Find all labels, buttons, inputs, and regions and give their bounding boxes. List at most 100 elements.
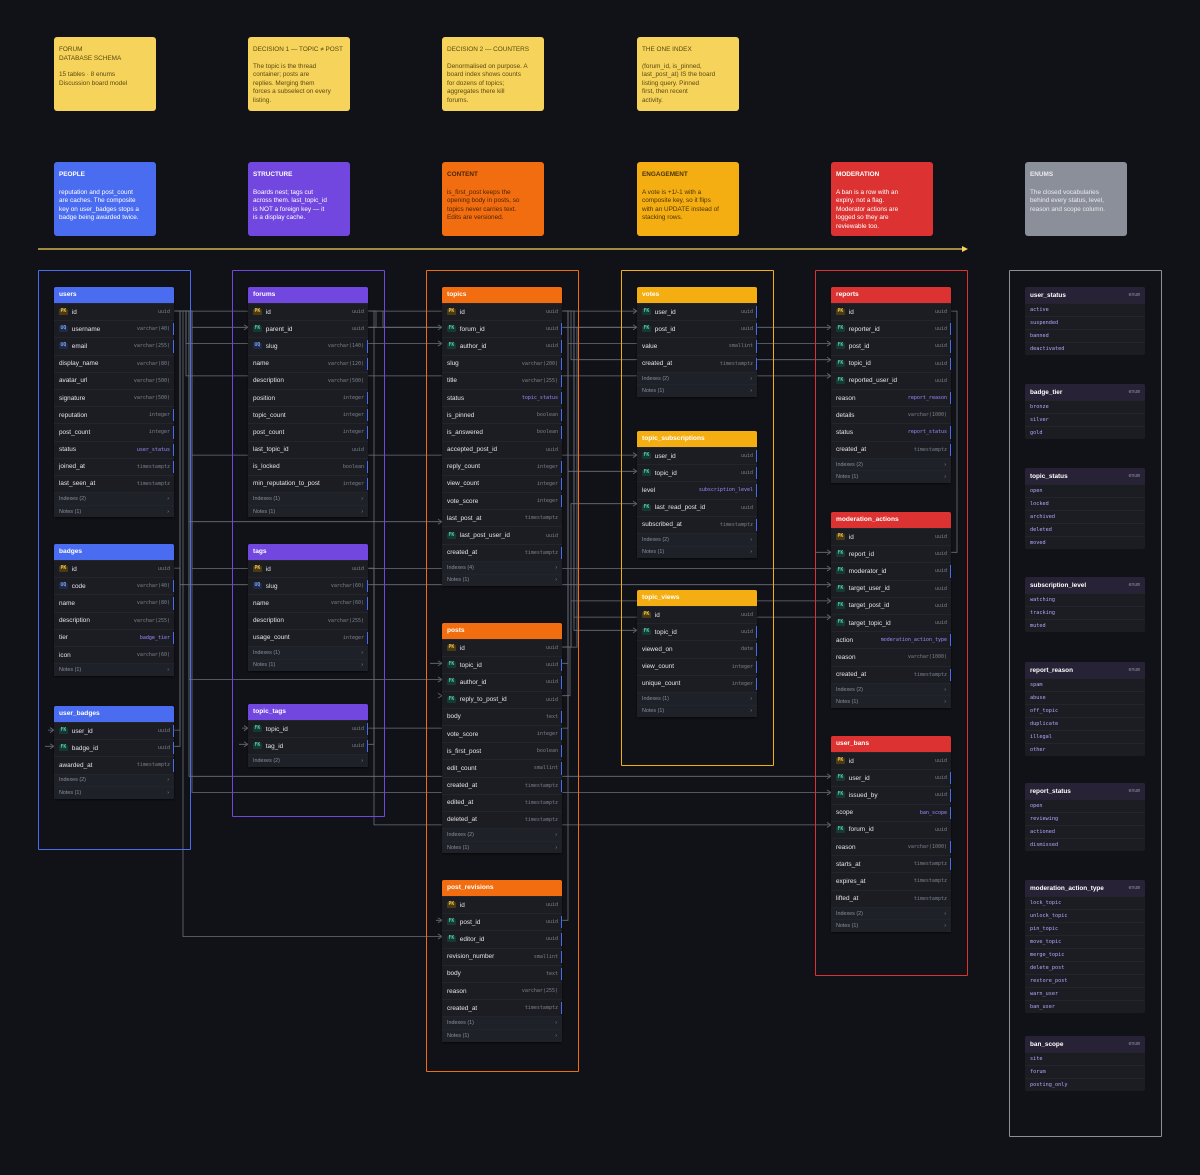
column-row[interactable]: UQ slug varchar(140): [248, 337, 368, 354]
column-row[interactable]: deleted_at timestamptz: [442, 810, 562, 828]
column-row[interactable]: is_locked boolean: [248, 457, 368, 475]
table-footer-toggle[interactable]: Notes (1) ›: [831, 695, 951, 709]
column-row[interactable]: PK id uuid: [442, 896, 562, 913]
table-footer-toggle[interactable]: Notes (1) ›: [248, 504, 368, 518]
table-posts[interactable]: posts PK id uuid FK topic_id uuid FK author_id uu…: [442, 623, 562, 854]
table-header[interactable]: post_revisions: [442, 880, 562, 896]
column-row[interactable]: is_pinned boolean: [442, 406, 562, 423]
column-row[interactable]: title varchar(255): [442, 371, 562, 389]
table-footer-toggle[interactable]: Indexes (1) ›: [248, 645, 368, 659]
column-row[interactable]: created_at timestamptz: [831, 665, 951, 683]
column-row[interactable]: FK topic_id uuid: [442, 656, 562, 673]
column-row[interactable]: FK tag_id uuid: [248, 737, 368, 754]
column-row[interactable]: FK forum_id uuid: [442, 320, 562, 337]
table-footer-toggle[interactable]: Indexes (1) ›: [442, 1016, 562, 1029]
table-footer-toggle[interactable]: Notes (1) ›: [637, 545, 757, 559]
table-footer-toggle[interactable]: Notes (1) ›: [54, 504, 174, 518]
table-footer-toggle[interactable]: Notes (1) ›: [831, 470, 951, 484]
column-row[interactable]: FK reporter_id uuid: [831, 320, 951, 337]
table-user-bans[interactable]: user_bans PK id uuid FK user_id uuid FK issued_b…: [831, 736, 951, 933]
column-row[interactable]: FK target_post_id uuid: [831, 596, 951, 614]
column-row[interactable]: accepted_post_id uuid: [442, 440, 562, 458]
enum-subscription-level[interactable]: subscription_level enum watching tracking mu…: [1025, 577, 1145, 632]
column-row[interactable]: description varchar(255): [54, 611, 174, 629]
table-header[interactable]: forums: [248, 287, 368, 303]
column-row[interactable]: avatar_url varchar(500): [54, 371, 174, 389]
column-row[interactable]: joined_at timestamptz: [54, 457, 174, 475]
column-row[interactable]: position integer: [248, 388, 368, 406]
column-row[interactable]: last_topic_id uuid: [248, 440, 368, 458]
column-row[interactable]: FK author_id uuid: [442, 673, 562, 690]
column-row[interactable]: PK id uuid: [831, 528, 951, 545]
table-reports[interactable]: reports PK id uuid FK reporter_id uuid FK post_i…: [831, 287, 951, 484]
column-row[interactable]: created_at timestamptz: [442, 543, 562, 561]
column-row[interactable]: reason varchar(1000): [831, 837, 951, 855]
column-row[interactable]: FK report_id uuid: [831, 545, 951, 562]
column-row[interactable]: FK moderator_id uuid: [831, 562, 951, 579]
column-row[interactable]: scope ban_scope: [831, 803, 951, 821]
column-row[interactable]: tier badge_tier: [54, 628, 174, 646]
column-row[interactable]: name varchar(60): [248, 594, 368, 611]
column-row[interactable]: lifted_at timestamptz: [831, 889, 951, 907]
column-row[interactable]: FK topic_id uuid: [637, 464, 757, 481]
table-header[interactable]: badges: [54, 544, 174, 560]
column-row[interactable]: PK id uuid: [831, 752, 951, 769]
table-footer-toggle[interactable]: Notes (1) ›: [637, 384, 757, 398]
column-row[interactable]: FK topic_id uuid: [831, 354, 951, 372]
table-topic-tags[interactable]: topic_tags FK topic_id uuid FK tag_id uuid Inde…: [248, 704, 368, 768]
enum-ban-scope[interactable]: ban_scope enum site forum posting_only: [1025, 1036, 1145, 1091]
table-footer-toggle[interactable]: Indexes (2) ›: [831, 906, 951, 920]
column-row[interactable]: UQ email varchar(255): [54, 337, 174, 354]
table-footer-toggle[interactable]: Indexes (2) ›: [54, 492, 174, 505]
column-row[interactable]: FK badge_id uuid: [54, 739, 174, 756]
enum-topic-status[interactable]: topic_status enum open locked archived delete…: [1025, 468, 1145, 549]
enum-header[interactable]: ban_scope enum: [1025, 1036, 1145, 1052]
table-footer-toggle[interactable]: Notes (1) ›: [442, 573, 562, 587]
column-row[interactable]: description varchar(500): [248, 371, 368, 389]
table-header[interactable]: moderation_actions: [831, 512, 951, 528]
enum-badge-tier[interactable]: badge_tier enum bronze silver gold: [1025, 384, 1145, 439]
table-footer-toggle[interactable]: Notes (1) ›: [637, 704, 757, 718]
column-row[interactable]: viewed_on date: [637, 640, 757, 657]
table-topics[interactable]: topics PK id uuid FK forum_id uuid FK author_id u…: [442, 287, 562, 587]
table-post-revisions[interactable]: post_revisions PK id uuid FK post_id uuid FK edi…: [442, 880, 562, 1042]
enum-header[interactable]: topic_status enum: [1025, 468, 1145, 484]
column-row[interactable]: body text: [442, 707, 562, 725]
column-row[interactable]: status user_status: [54, 440, 174, 458]
column-row[interactable]: FK last_read_post_id uuid: [637, 498, 757, 516]
column-row[interactable]: last_post_at timestamptz: [442, 509, 562, 526]
column-row[interactable]: action moderation_action_type: [831, 631, 951, 648]
column-row[interactable]: FK author_id uuid: [442, 337, 562, 354]
column-row[interactable]: FK topic_id uuid: [248, 720, 368, 737]
table-footer-toggle[interactable]: Notes (1) ›: [248, 658, 368, 672]
table-header[interactable]: tags: [248, 544, 368, 560]
column-row[interactable]: FK last_post_user_id uuid: [442, 526, 562, 543]
column-row[interactable]: name varchar(80): [54, 594, 174, 611]
column-row[interactable]: post_count integer: [248, 423, 368, 440]
column-row[interactable]: FK topic_id uuid: [637, 623, 757, 640]
table-topic-subscriptions[interactable]: topic_subscriptions FK user_id uuid FK topic_…: [637, 431, 757, 559]
table-footer-toggle[interactable]: Indexes (4) ›: [442, 560, 562, 574]
column-row[interactable]: PK id uuid: [248, 303, 368, 320]
column-row[interactable]: created_at timestamptz: [442, 999, 562, 1016]
enum-header[interactable]: moderation_action_type enum: [1025, 880, 1145, 896]
column-row[interactable]: PK id uuid: [54, 560, 174, 577]
column-row[interactable]: FK user_id uuid: [831, 769, 951, 786]
column-row[interactable]: usage_count integer: [248, 628, 368, 646]
table-footer-toggle[interactable]: Indexes (2) ›: [831, 457, 951, 471]
column-row[interactable]: unique_count integer: [637, 674, 757, 692]
column-row[interactable]: UQ slug varchar(60): [248, 577, 368, 594]
table-footer-toggle[interactable]: Indexes (1) ›: [637, 691, 757, 705]
column-row[interactable]: reason report_reason: [831, 388, 951, 406]
table-footer-toggle[interactable]: Indexes (1) ›: [248, 492, 368, 505]
column-row[interactable]: details varchar(1000): [831, 406, 951, 423]
column-row[interactable]: slug varchar(200): [442, 354, 562, 372]
table-header[interactable]: topic_views: [637, 590, 757, 606]
column-row[interactable]: reply_count integer: [442, 457, 562, 475]
column-row[interactable]: last_seen_at timestamptz: [54, 474, 174, 492]
table-header[interactable]: user_bans: [831, 736, 951, 752]
table-footer-toggle[interactable]: Indexes (2) ›: [831, 682, 951, 696]
table-header[interactable]: topics: [442, 287, 562, 303]
column-row[interactable]: FK user_id uuid: [637, 303, 757, 320]
enum-header[interactable]: user_status enum: [1025, 287, 1145, 303]
